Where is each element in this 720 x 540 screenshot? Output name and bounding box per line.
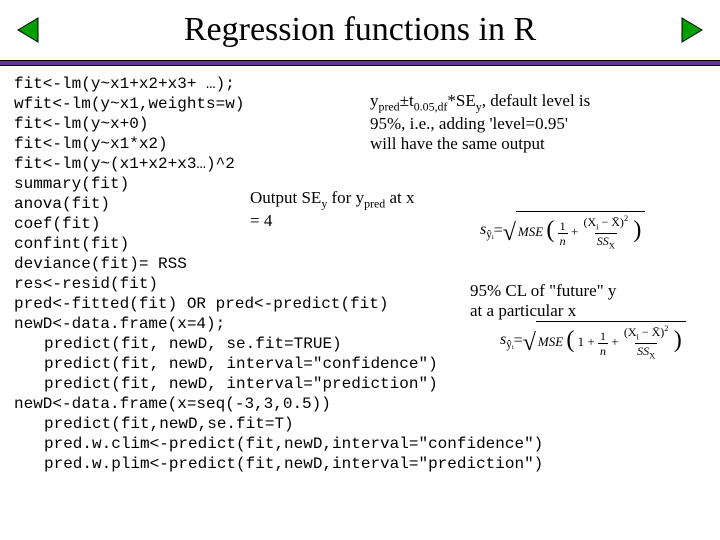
code-line: pred.w.clim<-predict(fit,newD,interval="…: [14, 434, 706, 454]
code-line: predict(fit,newD,se.fit=T): [14, 414, 706, 434]
code-line: fit<-lm(y~(x1+x2+x3…)^2: [14, 154, 706, 174]
annotation-level: ypred±t0.05,df*SEy, default level is 95%…: [370, 91, 650, 154]
formula-se-fitted: sŷᵢ = √ MSE ( 1 n + (Xi − X̄)2 SSX ): [480, 211, 645, 251]
formula-se-prediction: sŷᵢ = √ MSE ( 1 + 1 n + (Xi − X̄)2 SSX ): [500, 321, 686, 361]
code-line: predict(fit, newD, interval="prediction"…: [14, 374, 706, 394]
slide-body: fit<-lm(y~x1+x2+x3+ …); wfit<-lm(y~x1,we…: [0, 66, 720, 482]
prev-icon[interactable]: [12, 14, 44, 46]
next-icon[interactable]: [676, 14, 708, 46]
code-line: deviance(fit)= RSS: [14, 254, 706, 274]
page-title: Regression functions in R: [184, 11, 536, 49]
annotation-future-y: 95% CL of "future" y at a particular x: [470, 281, 690, 322]
code-line: newD<-data.frame(x=seq(-3,3,0.5)): [14, 394, 706, 414]
annotation-output-se: Output SEy for ypred at x = 4: [250, 188, 480, 231]
code-line: pred.w.plim<-predict(fit,newD,interval="…: [14, 454, 706, 474]
